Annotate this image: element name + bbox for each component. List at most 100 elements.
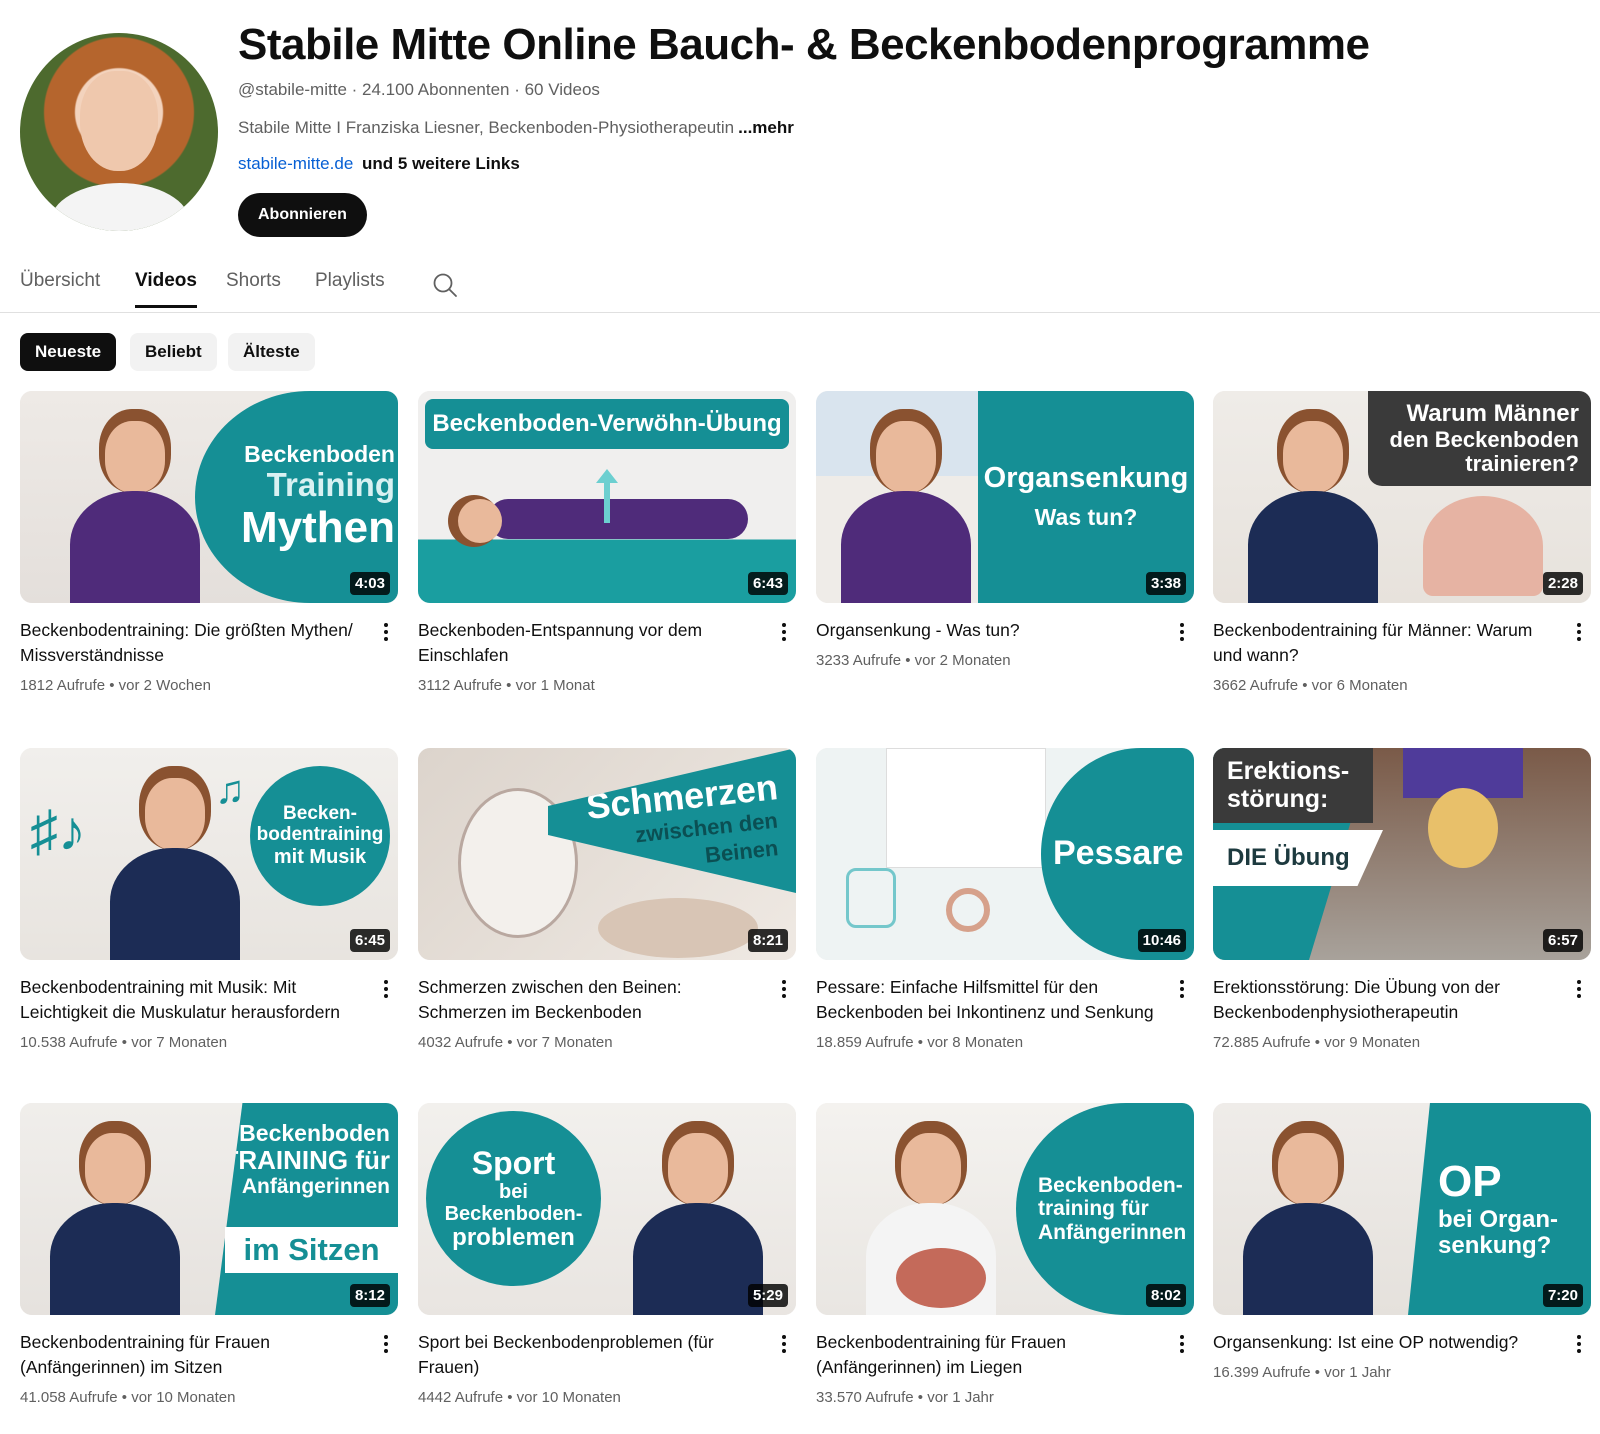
video-thumbnail[interactable]: Pessare 10:46 [816,748,1194,960]
channel-header: Stabile Mitte Online Bauch- & Beckenbode… [0,0,1600,250]
thumbnail-text: Organsenkung [983,462,1189,495]
video-thumbnail[interactable]: Beckenboden- training für Anfängerinnen … [816,1103,1194,1315]
thumbnail-text: Pessare [1053,834,1184,873]
thumbnail-text: TRAINING für [222,1145,390,1176]
video-title[interactable]: Organsenkung: Ist eine OP notwendig? [1213,1330,1553,1355]
more-options-icon[interactable] [772,618,796,646]
thumbnail-text: Beckenboden-Verwöhn-Übung [432,409,782,437]
video-meta: 4032 Aufrufe • vor 7 Monaten [418,1034,613,1051]
more-links-link[interactable]: und 5 weitere Links [362,154,520,173]
video-meta: 41.058 Aufrufe • vor 10 Monaten [20,1389,236,1406]
more-options-icon[interactable] [374,975,398,1003]
duration-badge: 8:02 [1145,1284,1186,1307]
thumbnail-text: training für [1038,1197,1149,1221]
video-title[interactable]: Beckenboden-Entspannung vor dem Einschla… [418,618,758,668]
video-meta: 10.538 Aufrufe • vor 7 Monaten [20,1034,228,1051]
thumbnail-text: bei Organ- [1438,1205,1559,1233]
more-options-icon[interactable] [1170,975,1194,1003]
thumbnail-text: bodentraining [256,824,384,845]
chip-popular[interactable]: Beliebt [130,333,217,371]
upload-age: vor 2 Wochen [118,677,211,694]
video-title[interactable]: Beckenbodentraining für Frauen (Anfänger… [20,1330,360,1380]
video-thumbnail[interactable]: Beckenboden Training Mythen 4:03 [20,391,398,603]
chip-oldest[interactable]: Älteste [228,333,315,371]
tab-shorts[interactable]: Shorts [226,270,281,292]
channel-description[interactable]: Stabile Mitte I Franziska Liesner, Becke… [238,118,794,138]
pelvis-model-illustration [598,898,758,958]
thumbnail-text: mit Musik [273,845,367,868]
tab-playlists[interactable]: Playlists [315,270,385,292]
website-link[interactable]: stabile-mitte.de [238,154,353,173]
thumbnail-text: DIE Übung [1227,844,1350,871]
subscribe-button[interactable]: Abonnieren [238,193,367,237]
more-options-icon[interactable] [374,618,398,646]
video-title[interactable]: Schmerzen zwischen den Beinen: Schmerzen… [418,975,758,1025]
video-thumbnail[interactable]: OP bei Organ- senkung? 7:20 [1213,1103,1591,1315]
more-options-icon[interactable] [1567,618,1591,646]
duration-badge: 4:03 [349,572,390,595]
more-options-icon[interactable] [1170,1330,1194,1358]
more-options-icon[interactable] [1567,1330,1591,1358]
thumbnail-text-panel: Becken- bodentraining mit Musik [250,766,390,906]
video-title[interactable]: Erektionsstörung: Die Übung von der Beck… [1213,975,1553,1025]
duration-badge: 5:29 [747,1284,788,1307]
thumbnail-text: Becken- [283,803,357,825]
video-title[interactable]: Sport bei Beckenbodenproblemen (für Frau… [418,1330,758,1380]
view-count: 3662 Aufrufe [1213,677,1299,694]
more-options-icon[interactable] [374,1330,398,1358]
video-thumbnail[interactable]: Sport bei Beckenboden- problemen 5:29 [418,1103,796,1315]
video-thumbnail[interactable]: Schmerzen zwischen den Beinen 8:21 [418,748,796,960]
thumbnail-text-panel: Erektions- störung: [1213,748,1373,823]
duration-badge: 2:28 [1542,572,1583,595]
duration-badge: 6:43 [747,572,788,595]
more-options-icon[interactable] [1567,975,1591,1003]
more-options-icon[interactable] [772,975,796,1003]
thumbnail-label-box: DIE Übung [1213,830,1383,886]
view-count: 4442 Aufrufe [418,1389,504,1406]
video-thumbnail[interactable]: Beckenboden-Verwöhn-Übung 6:43 [418,391,796,603]
video-thumbnail[interactable]: Erektions- störung: DIE Übung 6:57 [1213,748,1591,960]
search-icon[interactable] [432,272,458,298]
thumbnail-text: Mythen [241,502,395,552]
video-thumbnail[interactable]: Organsenkung Was tun? 3:38 [816,391,1194,603]
video-thumbnail[interactable]: Beckenboden TRAINING für Anfängerinnen i… [20,1103,398,1315]
thumbnail-text: Beckenboden [244,441,395,467]
view-count: 16.399 Aufrufe [1213,1364,1311,1381]
channel-avatar[interactable] [20,33,218,231]
chip-newest[interactable]: Neueste [20,333,117,371]
channel-title: Stabile Mitte Online Bauch- & Beckenbode… [238,20,1370,69]
thumbnail-text: OP [1438,1157,1502,1207]
channel-tabs: Übersicht Videos Shorts Playlists [0,256,1600,313]
more-options-icon[interactable] [772,1330,796,1358]
video-title[interactable]: Pessare: Einfache Hilfsmittel für den Be… [816,975,1156,1025]
thumbnail-text: Warum Männer [1406,400,1579,428]
video-thumbnail[interactable]: Warum Männer den Beckenboden trainieren?… [1213,391,1591,603]
video-title[interactable]: Organsenkung - Was tun? [816,618,1156,643]
video-title[interactable]: Beckenbodentraining mit Musik: Mit Leich… [20,975,360,1025]
video-meta: 3233 Aufrufe • vor 2 Monaten [816,652,1011,669]
duration-badge: 6:45 [349,929,390,952]
thumbnail-text: problemen [452,1223,575,1251]
video-thumbnail[interactable]: ♯♪ ♫ Becken- bodentraining mit Musik 6:4… [20,748,398,960]
video-title[interactable]: Beckenbodentraining: Die größten Mythen/… [20,618,360,668]
video-meta: 4442 Aufrufe • vor 10 Monaten [418,1389,621,1406]
thumbnail-text: Erektions- [1227,757,1350,785]
video-title[interactable]: Beckenbodentraining für Frauen (Anfänger… [816,1330,1156,1380]
video-meta: 1812 Aufrufe • vor 2 Wochen [20,677,211,694]
duration-badge: 3:38 [1145,572,1186,595]
duration-badge: 8:21 [747,929,788,952]
tab-overview[interactable]: Übersicht [20,270,100,292]
thumbnail-text: bei [499,1180,528,1203]
more-link[interactable]: ...mehr [738,118,794,137]
arrow-up-icon [604,479,610,523]
duration-badge: 7:20 [1542,1284,1583,1307]
video-meta: 18.859 Aufrufe • vor 8 Monaten [816,1034,1024,1051]
tab-videos[interactable]: Videos [135,270,197,308]
upload-age: vor 1 Jahr [1324,1364,1391,1381]
thumbnail-text: den Beckenboden [1389,426,1579,452]
view-count: 41.058 Aufrufe [20,1389,118,1406]
video-title[interactable]: Beckenbodentraining für Männer: Warum un… [1213,618,1553,668]
view-count: 18.859 Aufrufe [816,1034,914,1051]
more-options-icon[interactable] [1170,618,1194,646]
view-count: 4032 Aufrufe [418,1034,504,1051]
